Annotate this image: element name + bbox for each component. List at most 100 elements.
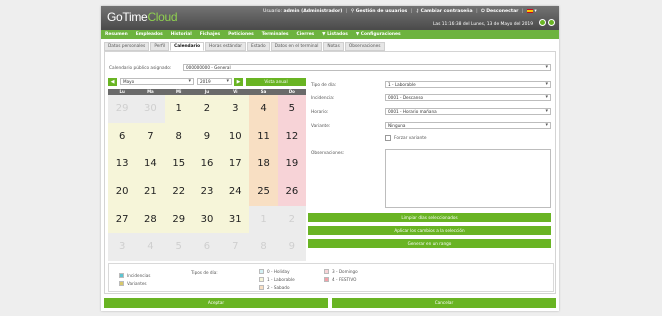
- calendar-day[interactable]: 1: [249, 205, 278, 234]
- calendar-day[interactable]: 16: [192, 150, 222, 179]
- calendar-day[interactable]: 15: [164, 150, 193, 179]
- day-type-select[interactable]: 1 - Laborable: [385, 81, 551, 88]
- force-variant-checkbox[interactable]: [385, 135, 391, 141]
- calendar-day[interactable]: 22: [164, 178, 193, 206]
- calendar-day[interactable]: 25: [249, 178, 278, 206]
- day-types-label: Tipos de día:: [191, 270, 218, 275]
- menu-item-6[interactable]: Cierres: [297, 32, 315, 37]
- calendar-day[interactable]: 1: [164, 95, 193, 123]
- calendar-day[interactable]: 19: [277, 150, 306, 179]
- calendar-day[interactable]: 7: [221, 233, 250, 262]
- calendar-day[interactable]: 8: [164, 122, 193, 151]
- observations-textarea[interactable]: [385, 149, 551, 208]
- calendar-day[interactable]: 10: [221, 122, 250, 151]
- calendar-day[interactable]: 12: [277, 122, 306, 151]
- tab-7[interactable]: Observaciones: [344, 42, 385, 51]
- calendar-day[interactable]: 8: [249, 233, 278, 262]
- calendar-day[interactable]: 31: [221, 205, 250, 234]
- help-icon[interactable]: [548, 19, 555, 26]
- calendar-day[interactable]: 6: [192, 233, 222, 262]
- calendar-day[interactable]: 23: [192, 178, 222, 206]
- annual-view-button[interactable]: Vista anual: [246, 78, 306, 86]
- calendar-day[interactable]: 28: [136, 205, 165, 234]
- menu-item-8[interactable]: ▼ Configuraciones: [356, 32, 401, 37]
- calendar-day[interactable]: 3: [108, 233, 137, 262]
- calendar-day[interactable]: 18: [249, 150, 278, 179]
- clear-days-button[interactable]: Limpiar días seleccionados: [308, 213, 551, 222]
- calendar-day[interactable]: 24: [221, 178, 250, 206]
- menu-item-1[interactable]: Empleados: [136, 32, 163, 37]
- sunday-legend-label: 3 - Domingo: [332, 269, 358, 274]
- prev-month-button[interactable]: ◀: [108, 78, 117, 86]
- schedule-select[interactable]: 0001 - Horario mañana: [385, 108, 551, 115]
- generate-range-button[interactable]: Generar en un rango: [308, 239, 551, 248]
- calendar-day[interactable]: 3: [221, 95, 250, 123]
- holiday-swatch: [259, 269, 264, 274]
- logout-link[interactable]: Desconectar: [486, 9, 518, 14]
- users-management-link[interactable]: Gestión de usuarios: [356, 9, 408, 14]
- spain-flag-icon[interactable]: [526, 8, 533, 13]
- accept-button[interactable]: Aceptar: [104, 298, 328, 308]
- language-chevron-icon[interactable]: ▾: [534, 9, 536, 14]
- menu-item-2[interactable]: Historial: [171, 32, 192, 37]
- day-type-label: Tipo de día:: [311, 83, 337, 88]
- users-icon: ⚲: [350, 9, 355, 14]
- calendar-day[interactable]: 5: [164, 233, 193, 262]
- calendar-day[interactable]: 21: [136, 178, 165, 206]
- schedule-label: Horario:: [311, 110, 329, 115]
- next-month-button[interactable]: ▶: [234, 78, 243, 86]
- tab-2[interactable]: Calendario: [170, 42, 205, 51]
- menu-item-3[interactable]: Fichajes: [200, 32, 220, 37]
- incidence-select[interactable]: 0001 - Descanso: [385, 94, 551, 101]
- calendar-day[interactable]: 17: [221, 150, 250, 179]
- logo: GoTimeCloud: [107, 10, 178, 24]
- header: GoTimeCloud Usuario: admin (Administrado…: [101, 6, 559, 30]
- variant-select[interactable]: Ninguna: [385, 122, 551, 129]
- change-password-link[interactable]: Cambiar contraseña: [421, 9, 473, 14]
- apply-selection-button[interactable]: Aplicar los cambios a la selección: [308, 226, 551, 235]
- calendar-day[interactable]: 9: [277, 233, 306, 262]
- calendar-day[interactable]: 9: [192, 122, 222, 151]
- calendar-day[interactable]: 7: [136, 122, 165, 151]
- menu-item-5[interactable]: Terminales: [262, 32, 289, 37]
- observations-label: Observaciones:: [311, 151, 345, 156]
- calendar-day[interactable]: 4: [136, 233, 165, 262]
- calendar-day[interactable]: 14: [136, 150, 165, 179]
- tab-5[interactable]: Datos en el terminal: [270, 42, 323, 51]
- year-select[interactable]: 2019: [197, 78, 232, 85]
- tab-6[interactable]: Notas: [323, 42, 344, 51]
- calendar-day[interactable]: 20: [108, 178, 137, 206]
- menu-item-7[interactable]: ▼ Listados: [322, 32, 348, 37]
- calendar-day[interactable]: 5: [277, 95, 306, 123]
- user-bar: Usuario: admin (Administrador) | ⚲ Gesti…: [263, 8, 537, 14]
- tab-3[interactable]: Horas estándar: [205, 42, 247, 51]
- public-calendar-select[interactable]: 000000000 - General: [183, 64, 551, 71]
- cancel-button[interactable]: Cancelar: [332, 298, 556, 308]
- calendar-day[interactable]: 27: [108, 205, 137, 234]
- saturday-swatch: [259, 285, 264, 290]
- calendar-day[interactable]: 30: [136, 95, 165, 123]
- menu-item-0[interactable]: Resumen: [105, 32, 128, 37]
- calendar-day[interactable]: 6: [108, 122, 137, 151]
- calendar-day[interactable]: 29: [108, 95, 137, 123]
- holiday-legend-label: 0 - Holiday: [267, 269, 290, 274]
- incidences-legend-label: Incidencias: [127, 273, 151, 278]
- menu-item-4[interactable]: Peticiones: [228, 32, 254, 37]
- power-icon: ⏻: [481, 9, 485, 14]
- refresh-icon[interactable]: [539, 19, 546, 26]
- incidence-label: Incidencia:: [311, 96, 335, 101]
- tab-1[interactable]: Perfil: [150, 42, 170, 51]
- tab-bar: Datos personales Perfil Calendario Horas es…: [104, 42, 386, 51]
- calendar-day[interactable]: 2: [192, 95, 222, 123]
- tab-4[interactable]: Estado: [247, 42, 270, 51]
- calendar-day[interactable]: 30: [192, 205, 222, 234]
- calendar-day[interactable]: 13: [108, 150, 137, 179]
- calendar-day[interactable]: 2: [277, 205, 306, 234]
- calendar-day[interactable]: 26: [277, 178, 306, 206]
- calendar-day[interactable]: 4: [249, 95, 278, 123]
- tab-0[interactable]: Datos personales: [104, 42, 150, 51]
- calendar-day[interactable]: 29: [164, 205, 193, 234]
- variant-label: Variante:: [311, 124, 331, 129]
- month-select[interactable]: Mayo: [120, 78, 194, 85]
- calendar-day[interactable]: 11: [249, 122, 278, 151]
